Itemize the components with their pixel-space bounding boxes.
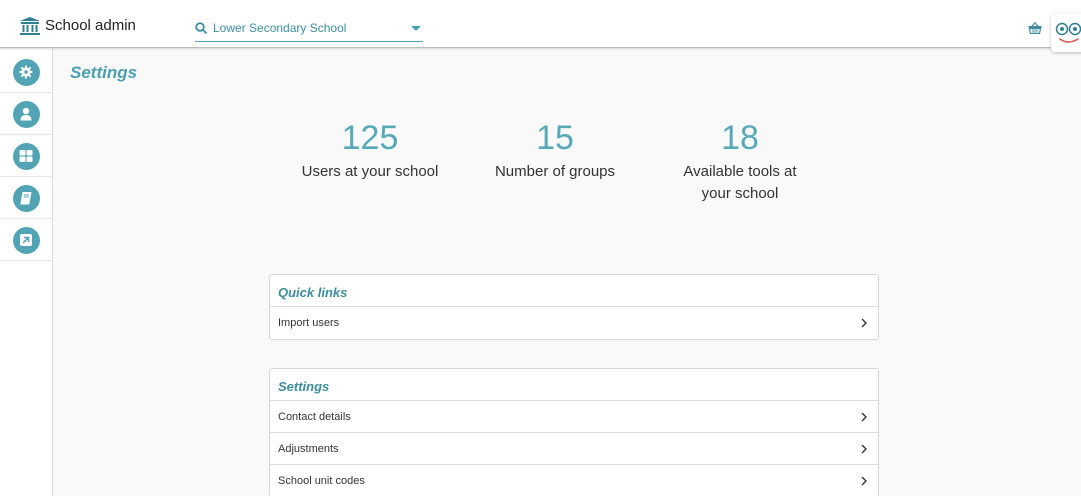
chevron-down-icon [411, 26, 421, 31]
stat-value: 125 [341, 119, 399, 157]
book-icon [20, 192, 32, 205]
card-title: Settings [278, 378, 330, 394]
card-header: Settings [270, 369, 878, 401]
sidebar-item-external-circle [12, 226, 40, 254]
sidebar-item-groups-circle [12, 142, 40, 170]
stat-users: 125 Users at your school [285, 118, 455, 183]
stat-groups: 15 Number of groups [470, 118, 640, 183]
sidebar-item-tools[interactable] [0, 178, 52, 219]
stat-label: Available tools at your school [683, 163, 797, 202]
search-icon [195, 22, 207, 34]
brand[interactable]: School admin [20, 17, 136, 35]
user-icon [20, 107, 32, 121]
external-link-icon [20, 234, 32, 246]
sidebar-item-users[interactable] [0, 94, 52, 135]
sidebar-item-tools-circle [12, 184, 40, 212]
row-label: Import users [278, 317, 340, 329]
stat-label: Users at your school [301, 163, 439, 180]
top-header: School admin Lower Secondary School [0, 0, 1081, 48]
row-label: Contact details [278, 410, 351, 423]
mascot-button[interactable] [1051, 14, 1081, 52]
basket-icon[interactable] [1028, 22, 1042, 34]
card-header: Quick links [270, 275, 878, 307]
sidebar-item-settings[interactable] [0, 52, 52, 93]
page-title: Settings [70, 63, 138, 82]
stat-tools: 18 Available tools at your school [655, 118, 825, 205]
settings-adjustments[interactable]: Adjustments [270, 433, 878, 465]
card-title: Quick links [278, 284, 348, 300]
app-title: School admin [45, 17, 136, 34]
grid-icon [19, 150, 33, 162]
chevron-right-icon [861, 444, 867, 453]
school-selector-value: Lower Secondary School [213, 21, 347, 35]
gear-icon [19, 65, 33, 79]
sidebar-item-users-circle [12, 100, 40, 128]
chevron-right-icon [861, 412, 867, 421]
sidebar-item-groups[interactable] [0, 136, 52, 177]
stat-label: Number of groups [494, 163, 616, 180]
school-selector[interactable]: Lower Secondary School [195, 19, 423, 42]
mascot-face-icon [1055, 22, 1081, 43]
quick-links-card: Quick links Import users [269, 274, 879, 340]
quick-link-import-users[interactable]: Import users [270, 307, 878, 339]
row-label: Adjustments [278, 442, 339, 455]
settings-card: Settings Contact details Adjustments Sch… [269, 368, 879, 496]
school-building-icon [20, 17, 40, 35]
settings-school-unit-codes[interactable]: School unit codes [270, 465, 878, 496]
stat-value: 18 [721, 119, 759, 157]
sidebar [0, 49, 53, 496]
settings-contact-details[interactable]: Contact details [270, 401, 878, 433]
stat-value: 15 [536, 119, 574, 157]
sidebar-item-external[interactable] [0, 220, 52, 261]
row-label: School unit codes [278, 475, 365, 487]
sidebar-item-settings-circle [12, 58, 40, 86]
chevron-right-icon [861, 476, 867, 486]
chevron-right-icon [861, 318, 867, 328]
